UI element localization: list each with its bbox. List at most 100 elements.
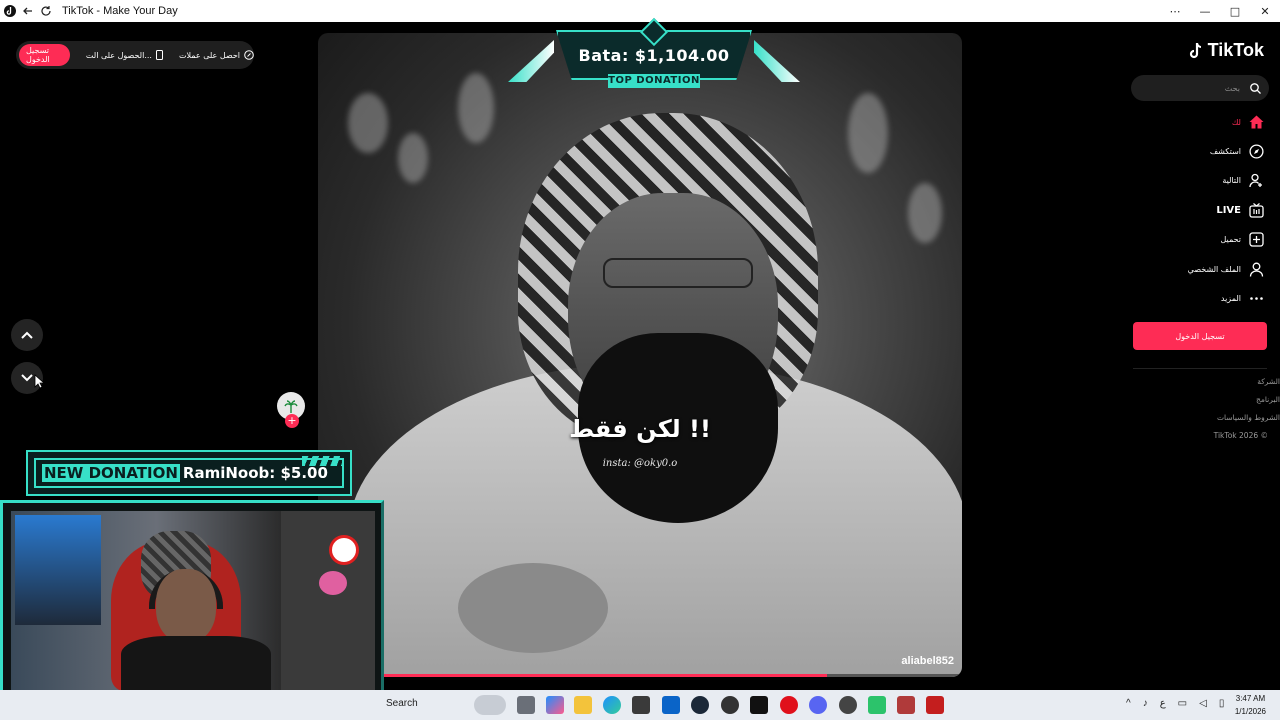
search-input[interactable]: بحث [1131,75,1269,101]
video-progress-fill [318,674,827,677]
tiktok-taskbar-icon[interactable] [750,696,768,714]
chevron-up-icon[interactable]: ^ [1126,698,1131,709]
sidebar-item-following[interactable]: التالية [1222,169,1264,191]
home-icon [1249,115,1264,129]
widgets-icon[interactable] [546,696,564,714]
top-donation-label: TOP DONATION [608,74,700,88]
footer-copyright: TikTok 2026 © [1213,431,1268,440]
sidebar-item-explore[interactable]: استكشف [1210,140,1264,162]
coin-icon [244,50,254,60]
minimize-button[interactable]: — [1190,0,1220,22]
header-login-button[interactable]: تسجيل الدخول [19,44,70,66]
whatsapp-icon[interactable] [868,696,886,714]
language-indicator[interactable]: ع [1160,698,1166,709]
tiktok-logo[interactable]: TikTok [1188,40,1264,61]
top-donation-amount: Bata: $1,104.00 [578,45,730,65]
get-coins-button[interactable]: احصل على عملات [179,50,254,60]
battery-icon[interactable]: ▯ [1219,698,1225,709]
microphone-icon[interactable]: ♪ [1143,698,1148,709]
new-donation-inner: NEW DONATION RamiNoob: $5.00 [34,458,344,488]
store-icon[interactable] [632,696,650,714]
profile-icon [1249,262,1264,277]
taskbar-search[interactable]: Search [386,698,418,709]
sidebar-item-live[interactable]: LIVE [1216,199,1264,221]
phone-icon [155,50,163,60]
video-author-username[interactable]: aliabel852 [901,655,954,667]
video-progress-bar[interactable] [318,674,962,677]
system-tray: ^ ♪ ع ▭ ◁ ▯ [1126,698,1224,709]
sidebar-item-profile[interactable]: الملف الشخصي [1188,258,1264,280]
previous-video-button[interactable] [11,319,43,351]
new-donation-label: NEW DONATION [42,464,180,482]
new-donation-overlay: NEW DONATION RamiNoob: $5.00 [26,450,352,496]
tiktok-app: تسجيل الدخول الحصول على الت... احصل على … [0,17,1280,712]
task-view-icon[interactable] [517,696,535,714]
upload-icon [1249,231,1264,247]
4k-downloader-icon[interactable] [721,696,739,714]
follow-plus-icon[interactable]: + [285,414,299,428]
chevron-down-icon [21,374,33,382]
outlook-icon[interactable] [662,696,680,714]
user-plus-icon [1249,173,1262,187]
sidebar-item-upload[interactable]: تحميل [1221,228,1265,250]
sidebar-item-label: LIVE [1216,204,1241,216]
footer-link-company[interactable]: الشركة [1257,377,1280,386]
webcam-feed [11,511,375,691]
volume-icon[interactable]: ◁ [1199,698,1207,709]
network-icon[interactable]: ▭ [1178,698,1187,709]
video-person-glasses [603,258,753,288]
video-watermark: insta: @oky0.o [602,458,678,469]
media-app-icon[interactable] [897,696,915,714]
video-caption: لكن فقط !! [569,415,711,443]
sidebar-item-label: الملف الشخصي [1187,264,1241,274]
video-person-hand [458,563,608,653]
creator-avatar[interactable]: + [277,392,305,428]
sidebar-item-label: لك [1231,117,1241,127]
bokeh-light [348,93,388,153]
reload-icon[interactable] [38,3,54,19]
file-explorer-icon[interactable] [574,696,592,714]
sidebar-item-more[interactable]: المزيد [1221,287,1264,309]
opera-icon[interactable] [780,696,798,714]
top-header-actions: تسجيل الدخول الحصول على الت... احصل على … [16,41,254,69]
palm-tree-icon [284,400,298,413]
sidebar-item-label: التالية [1222,175,1241,185]
more-icon [1250,296,1263,300]
sidebar-item-label: المزيد [1220,293,1241,303]
obs-icon[interactable] [839,696,857,714]
sidebar-item-label: تحميل [1220,234,1242,244]
footer-link-program[interactable]: البرنامج [1256,395,1280,404]
maximize-button[interactable]: □ [1220,0,1250,22]
overlay-wing-left [508,40,554,82]
webcam-flower [319,571,347,595]
search-icon [1250,82,1261,94]
tf-app-icon[interactable] [926,696,944,714]
window-title: TikTok - Make Your Day [62,5,178,17]
bokeh-light [908,183,942,243]
top-donation-overlay: Bata: $1,104.00 TOP DONATION [508,17,800,112]
taskbar-search-highlight [474,695,506,715]
webcam-streamer-face [156,569,216,643]
taskbar-clock[interactable]: 3:47 AM 1/1/2026 [1235,692,1266,718]
webcam-shelf [281,511,375,691]
get-coins-label: احصل على عملات [178,50,240,60]
close-button[interactable]: ✕ [1250,0,1280,22]
back-arrow-icon[interactable] [20,3,36,19]
clock-time: 3:47 AM [1235,694,1266,703]
compass-icon [1249,143,1264,159]
window-titlebar: TikTok - Make Your Day ⋯ — □ ✕ [0,0,1280,22]
discord-icon[interactable] [809,696,827,714]
window-controls: ⋯ — □ ✕ [1160,0,1280,22]
tiktok-app-icon [2,3,18,19]
edge-browser-icon[interactable] [603,696,621,714]
footer-link-terms[interactable]: الشروط والسياسات [1217,413,1280,422]
clock-date: 1/1/2026 [1234,707,1266,716]
video-player[interactable]: لكن فقط !! insta: @oky0.o aliabel852 [318,33,962,677]
more-options-button[interactable]: ⋯ [1160,0,1190,22]
sidebar-login-button[interactable]: تسجيل الدخول [1133,322,1267,350]
steam-icon[interactable] [691,696,709,714]
get-app-button[interactable]: الحصول على الت... [86,50,163,60]
sidebar-divider [1133,368,1267,369]
sidebar-item-for-you[interactable]: لك [1232,111,1264,133]
sidebar-item-label: استكشف [1209,146,1241,156]
